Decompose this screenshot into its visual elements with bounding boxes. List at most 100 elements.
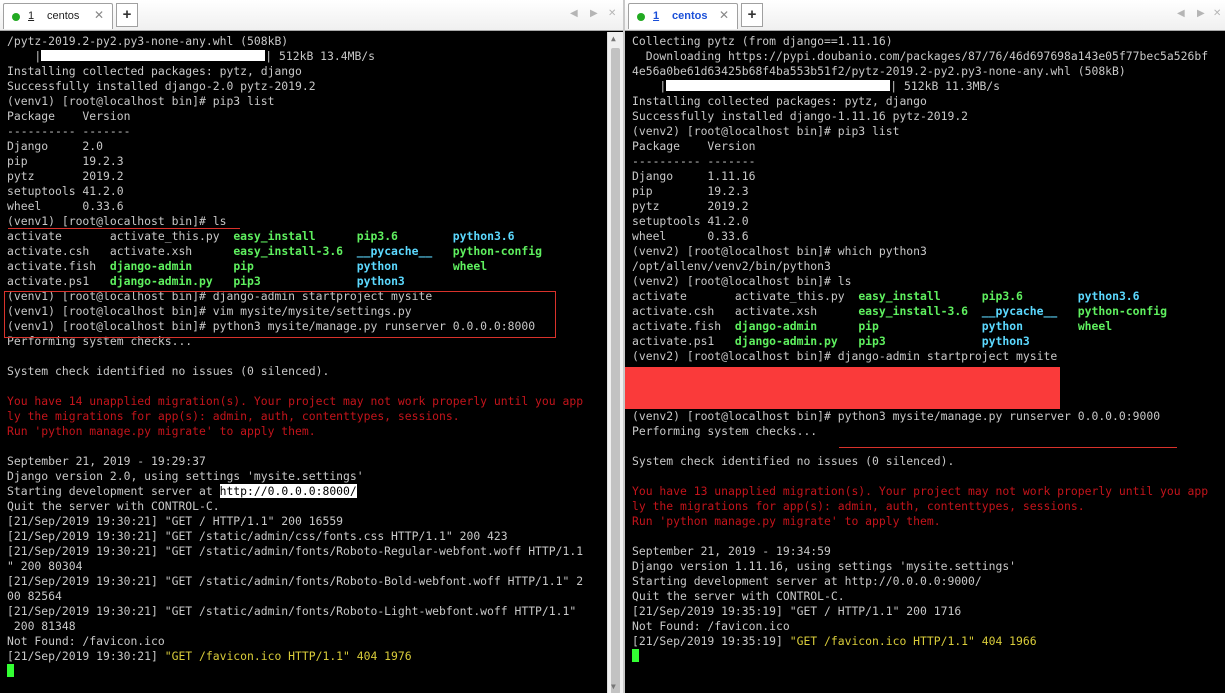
terminal-line: activate.fish django-admin pip python wh… xyxy=(7,259,605,274)
terminal-text: pip 19.2.3 xyxy=(632,184,749,198)
terminal-cursor xyxy=(7,664,14,677)
terminal-text: Django version 1.11.16, using settings '… xyxy=(632,559,1017,573)
terminal-line: (venv1) [root@localhost bin]# pip3 list xyxy=(7,94,605,109)
terminal-line: Package Version xyxy=(7,109,605,124)
scroll-up-icon[interactable]: ▲ xyxy=(611,34,616,43)
terminal-text: /opt/allenv/venv2/bin/python3 xyxy=(632,259,831,273)
tab-centos[interactable]: 1 centos ✕ xyxy=(628,3,738,29)
terminal-line: Run 'python manage.py migrate' to apply … xyxy=(7,424,605,439)
terminal-line: activate.ps1 django-admin.py pip3 python… xyxy=(632,334,1221,349)
close-all-icon[interactable]: ✕ xyxy=(608,8,616,19)
terminal-text: [21/Sep/2019 19:30:21] xyxy=(7,649,165,663)
terminal-text: | 512kB 11.3MB/s xyxy=(890,79,1001,93)
plus-icon[interactable]: + xyxy=(116,3,138,27)
annotation-box xyxy=(4,291,556,338)
terminal-text: Run 'python manage.py migrate' to apply … xyxy=(7,424,316,438)
terminal-text: Django 1.11.16 xyxy=(632,169,756,183)
terminal-text: (venv2) [root@localhost bin]# django-adm… xyxy=(632,349,1058,363)
terminal-line: Not Found: /favicon.ico xyxy=(632,619,1221,634)
arrow-left-icon[interactable]: ◀ xyxy=(1177,8,1185,19)
close-icon[interactable]: ✕ xyxy=(94,8,104,22)
terminal-text[interactable]: http://0.0.0.0:8000/ xyxy=(219,484,357,498)
arrow-right-icon[interactable]: ▶ xyxy=(1197,8,1205,19)
annotation-underline xyxy=(839,447,1177,448)
terminal-text: Not Found: /favicon.ico xyxy=(7,634,165,648)
terminal-text: Collecting pytz (from django==1.11.16) xyxy=(632,34,893,48)
terminal-text: pip3.6 xyxy=(981,289,1023,303)
terminal-text: Installing collected packages: pytz, dja… xyxy=(632,94,927,108)
terminal-line: System check identified no issues (0 sil… xyxy=(632,454,1221,469)
scrollbar-thumb[interactable] xyxy=(611,48,620,693)
terminal-text: (venv2) [root@localhost bin]# pip3 list xyxy=(632,124,900,138)
terminal-line: pytz 2019.2 xyxy=(7,169,605,184)
terminal-line: You have 13 unapplied migration(s). Your… xyxy=(632,484,1221,499)
terminal-text: ly the migrations for app(s): admin, aut… xyxy=(632,499,1085,513)
left-terminal-pane: 1 centos ✕ + ◀ ▶ ✕ /pytz-2019.2-py2.py3-… xyxy=(0,0,623,693)
terminal-text: Not Found: /favicon.ico xyxy=(632,619,790,633)
arrow-right-icon[interactable]: ▶ xyxy=(590,8,598,19)
plus-icon[interactable]: + xyxy=(741,3,763,27)
tab-label: centos xyxy=(47,10,80,22)
terminal-output[interactable]: Collecting pytz (from django==1.11.16) D… xyxy=(632,34,1221,693)
tab-number: 1 xyxy=(653,10,660,22)
tab-label: centos xyxy=(672,10,708,22)
terminal-line: [21/Sep/2019 19:30:21] "GET /favicon.ico… xyxy=(7,649,605,664)
close-all-icon[interactable]: ✕ xyxy=(1213,8,1221,19)
terminal-line: [21/Sep/2019 19:35:19] "GET /favicon.ico… xyxy=(632,634,1221,649)
terminal-text: wheel xyxy=(452,259,488,273)
status-dot-icon xyxy=(637,13,645,21)
terminal-line: | | 512kB 13.4MB/s xyxy=(7,49,605,64)
terminal-text: __pycache__ xyxy=(356,244,433,258)
terminal-line: activate.fish django-admin pip python wh… xyxy=(632,319,1221,334)
terminal-text: python3 xyxy=(981,334,1030,348)
tab-bar: 1 centos ✕ + ◀ ▶ ✕ xyxy=(625,0,1225,31)
close-icon[interactable]: ✕ xyxy=(719,8,729,22)
terminal-text: __pycache__ xyxy=(981,304,1058,318)
tab-centos[interactable]: 1 centos ✕ xyxy=(3,3,113,29)
terminal-line: activate activate_this.py easy_install p… xyxy=(7,229,605,244)
terminal-text: python-config xyxy=(1077,304,1167,318)
terminal-line: Installing collected packages: pytz, dja… xyxy=(7,64,605,79)
terminal-text: easy_install xyxy=(858,289,941,303)
terminal-line: [21/Sep/2019 19:35:19] "GET / HTTP/1.1" … xyxy=(632,604,1221,619)
terminal-line: activate.ps1 django-admin.py pip3 python… xyxy=(7,274,605,289)
terminal-text: pip xyxy=(858,319,879,333)
terminal-text: September 21, 2019 - 19:34:59 xyxy=(632,544,831,558)
terminal-text: setuptools 41.2.0 xyxy=(7,184,124,198)
terminal-line: (venv1) [root@localhost bin]# ls xyxy=(7,214,605,229)
arrow-left-icon[interactable]: ◀ xyxy=(570,8,578,19)
terminal-text: (venv2) [root@localhost bin]# which pyth… xyxy=(632,244,927,258)
terminal-text: You have 14 unapplied migration(s). Your… xyxy=(7,394,584,408)
terminal-output[interactable]: /pytz-2019.2-py2.py3-none-any.whl (508kB… xyxy=(7,34,605,693)
scrollbar[interactable]: ▲ ▼ xyxy=(607,32,623,693)
terminal-text: [21/Sep/2019 19:30:21] "GET / HTTP/1.1" … xyxy=(7,514,344,528)
terminal-text: Downloading https://pypi.doubanio.com/pa… xyxy=(632,49,1209,63)
terminal-line: activate.csh activate.xsh easy_install-3… xyxy=(7,244,605,259)
redaction-block xyxy=(625,367,1060,409)
terminal-text: activate.fish xyxy=(7,259,110,273)
terminal-text: (venv1) [root@localhost bin]# ls xyxy=(7,214,227,228)
terminal-line: (venv2) [root@localhost bin]# pip3 list xyxy=(632,124,1221,139)
terminal-line: Installing collected packages: pytz, dja… xyxy=(632,94,1221,109)
terminal-line: Run 'python manage.py migrate' to apply … xyxy=(632,514,1221,529)
terminal-line: Django version 2.0, using settings 'mysi… xyxy=(7,469,605,484)
terminal-text: " 200 80304 xyxy=(7,559,83,573)
terminal-text: System check identified no issues (0 sil… xyxy=(632,454,955,468)
terminal-text: Django 2.0 xyxy=(7,139,104,153)
terminal-text: pytz 2019.2 xyxy=(7,169,124,183)
terminal-line: Django 1.11.16 xyxy=(632,169,1221,184)
terminal-text: python3.6 xyxy=(452,229,515,243)
terminal-text: activate.fish xyxy=(632,319,735,333)
terminal-text: | 512kB 13.4MB/s xyxy=(265,49,376,63)
scroll-down-icon[interactable]: ▼ xyxy=(611,682,616,691)
terminal-line: | | 512kB 11.3MB/s xyxy=(632,79,1221,94)
